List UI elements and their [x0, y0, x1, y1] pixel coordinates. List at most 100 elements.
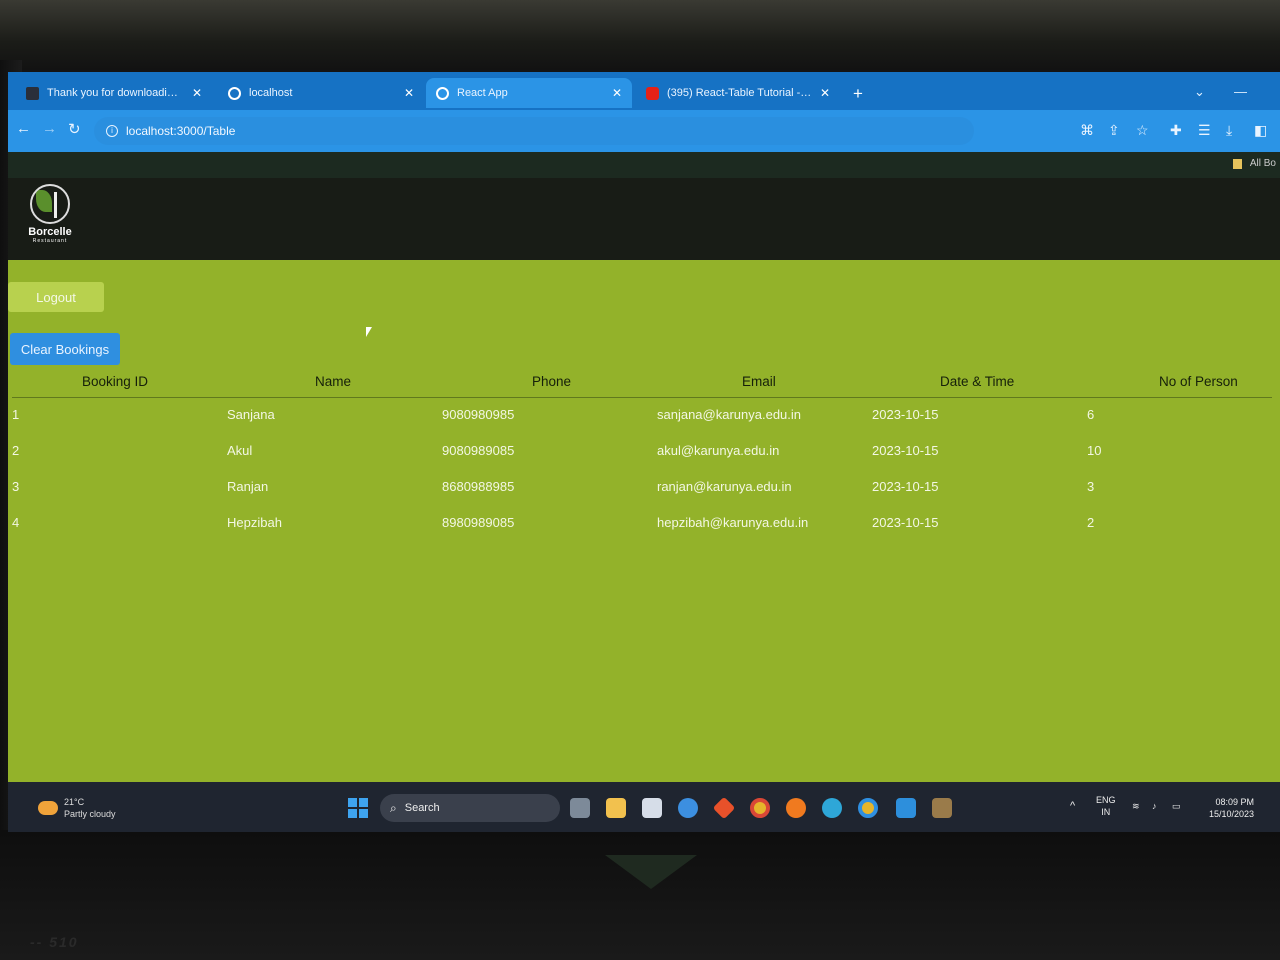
close-icon[interactable]: ✕: [192, 86, 202, 100]
tab-youtube[interactable]: (395) React-Table Tutorial - Begi ✕: [636, 78, 840, 108]
cell-email: sanjana@karunya.edu.in: [657, 407, 802, 422]
extensions-icon[interactable]: ✚: [1170, 122, 1182, 139]
cell-date-time: 2023-10-15: [872, 407, 939, 422]
site-info-icon[interactable]: i: [106, 125, 118, 137]
clear-bookings-button[interactable]: Clear Bookings: [10, 333, 120, 365]
firefox-icon[interactable]: [786, 798, 806, 818]
table-row: 4 Hepzibah 8980989085 hepzibah@karunya.e…: [12, 506, 1272, 542]
language-region: IN: [1101, 807, 1111, 817]
main-content: Logout Clear Bookings Booking ID Name Ph…: [8, 260, 1280, 780]
bookmarks-bar: All Bo: [8, 152, 1280, 178]
search-label: Search: [404, 802, 440, 814]
search-icon: ⌕: [390, 800, 397, 815]
edge-icon[interactable]: [822, 798, 842, 818]
tab-download[interactable]: Thank you for downloading Inte ✕: [16, 78, 212, 108]
download-icon[interactable]: ⤓: [1226, 122, 1232, 139]
all-bookmarks[interactable]: All Bo: [1232, 158, 1276, 169]
brand-subtitle: Restaurant: [32, 238, 68, 244]
share-icon[interactable]: ⇪: [1108, 122, 1120, 139]
header-email: Email: [657, 370, 872, 398]
task-view-icon[interactable]: [570, 798, 590, 818]
toolbar: ← → ↻ i localhost:3000/Table ⌘ ⇪ ☆ ✚ ☰ ⤓…: [8, 110, 1280, 152]
tab-search-chevron-icon[interactable]: ⌄: [1194, 84, 1205, 100]
globe-icon: [436, 86, 449, 100]
translate-icon[interactable]: ⌘: [1080, 122, 1094, 139]
app-header: Borcelle Restaurant: [8, 178, 1280, 260]
tray-chevron-icon[interactable]: ^: [1070, 800, 1075, 812]
cell-phone: 9080989085: [442, 443, 515, 458]
chrome-icon[interactable]: [750, 798, 770, 818]
screen: Thank you for downloading Inte ✕ localho…: [8, 72, 1280, 832]
tab-title: React App: [457, 87, 508, 99]
cell-booking-id: 2: [12, 443, 20, 458]
taskbar-search[interactable]: ⌕ Search: [380, 794, 560, 822]
monitor-bezel-top: [0, 0, 1280, 70]
tab-title: Thank you for downloading Inte: [47, 87, 184, 99]
tab-title: localhost: [249, 87, 293, 99]
cell-no-of-person: 3: [1087, 479, 1095, 494]
winrar-icon[interactable]: [932, 798, 952, 818]
brand-name: Borcelle: [28, 226, 72, 238]
close-icon[interactable]: ✕: [404, 86, 414, 100]
new-tab-button[interactable]: +: [853, 84, 863, 104]
brand-logo[interactable]: Borcelle Restaurant: [22, 184, 78, 244]
cell-name: Sanjana: [227, 407, 275, 422]
tab-strip: Thank you for downloading Inte ✕ localho…: [8, 72, 1280, 110]
side-panel-icon[interactable]: ◧: [1254, 122, 1267, 139]
battery-icon[interactable]: ▭: [1172, 800, 1181, 812]
monitor-bezel-bottom: [0, 830, 1280, 960]
clock[interactable]: 08:09 PM 15/10/2023: [1209, 796, 1254, 820]
star-icon[interactable]: ☆: [1136, 122, 1149, 139]
back-icon[interactable]: ←: [16, 120, 31, 137]
close-icon[interactable]: ✕: [820, 86, 830, 100]
page-icon: [26, 86, 39, 100]
cell-name: Akul: [227, 443, 253, 458]
vscode-icon[interactable]: [896, 798, 916, 818]
table-row: 1 Sanjana 9080980985 sanjana@karunya.edu…: [12, 398, 1272, 435]
cell-date-time: 2023-10-15: [872, 443, 939, 458]
close-icon[interactable]: ✕: [612, 86, 622, 100]
header-name: Name: [227, 370, 442, 398]
table-header-row: Booking ID Name Phone Email Date & Time …: [12, 370, 1272, 398]
cell-phone: 8680988985: [442, 479, 515, 494]
file-explorer-icon[interactable]: [606, 798, 626, 818]
weather-temp: 21°C: [64, 797, 85, 807]
cell-booking-id: 1: [12, 407, 20, 422]
forward-icon[interactable]: →: [42, 120, 57, 137]
url-text: localhost:3000/Table: [126, 124, 236, 138]
laptop-brand-mark: -- 510: [30, 934, 79, 950]
header-booking-id: Booking ID: [12, 370, 227, 398]
windows-start-icon[interactable]: [348, 798, 368, 818]
cell-booking-id: 3: [12, 479, 20, 494]
weather-widget[interactable]: 21°C Partly cloudy: [38, 796, 116, 820]
address-bar[interactable]: i localhost:3000/Table: [94, 117, 974, 145]
language-indicator[interactable]: ENG IN: [1096, 794, 1116, 818]
weather-desc: Partly cloudy: [64, 809, 116, 819]
mouse-cursor-icon: [366, 327, 372, 337]
reading-list-icon[interactable]: ☰: [1198, 122, 1211, 139]
cell-email: ranjan@karunya.edu.in: [657, 479, 792, 494]
edge-legacy-icon[interactable]: [678, 798, 698, 818]
cell-name: Hepzibah: [227, 515, 282, 530]
partly-cloudy-icon: [38, 801, 58, 815]
store-icon[interactable]: [642, 798, 662, 818]
logout-button[interactable]: Logout: [8, 282, 104, 312]
tab-react-app[interactable]: React App ✕: [426, 78, 632, 108]
tab-title: (395) React-Table Tutorial - Begi: [667, 87, 812, 99]
reload-icon[interactable]: ↻: [68, 120, 81, 138]
clock-time: 08:09 PM: [1215, 797, 1254, 807]
wifi-icon[interactable]: ≋: [1132, 800, 1140, 812]
youtube-icon: [646, 86, 659, 100]
cell-name: Ranjan: [227, 479, 269, 494]
table-row: 2 Akul 9080989085 akul@karunya.edu.in 20…: [12, 434, 1272, 470]
table-row: 3 Ranjan 8680988985 ranjan@karunya.edu.i…: [12, 470, 1272, 506]
cell-booking-id: 4: [12, 515, 20, 530]
chrome-active-icon[interactable]: [858, 798, 878, 818]
tab-localhost[interactable]: localhost ✕: [218, 78, 424, 108]
cell-email: akul@karunya.edu.in: [657, 443, 780, 458]
minimize-icon[interactable]: —: [1234, 84, 1247, 99]
header-phone: Phone: [442, 370, 657, 398]
git-icon[interactable]: [712, 796, 736, 820]
cell-no-of-person: 6: [1087, 407, 1095, 422]
volume-icon[interactable]: ♪: [1152, 800, 1157, 812]
